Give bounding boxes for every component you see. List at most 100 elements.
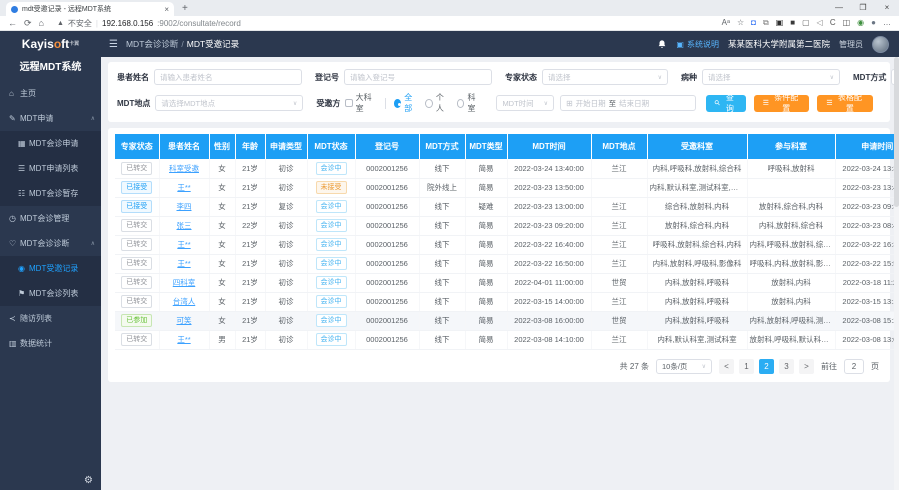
- sidebar-item-mdt-consult-manage[interactable]: ◷MDT会诊管理: [0, 206, 101, 231]
- column-header-mdt_type[interactable]: MDT类型: [465, 134, 507, 159]
- home-icon[interactable]: ⌂: [39, 18, 44, 28]
- table-row[interactable]: 已接受王**女21岁初诊未接受0002001256院外线上简易2022-03-2…: [115, 178, 899, 197]
- table-row[interactable]: 已转交科室受邀女21岁初诊会诊中0002001256线下简易2022-03-24…: [115, 159, 899, 178]
- page-button-2[interactable]: 2: [759, 359, 774, 374]
- patient-name-link[interactable]: 王**: [177, 335, 190, 344]
- user-role[interactable]: 管理员: [839, 39, 863, 50]
- collections-icon[interactable]: ⧉: [763, 19, 769, 27]
- page-size-select[interactable]: 10条/页∨: [656, 359, 712, 374]
- query-button[interactable]: ⚲ 查询: [706, 95, 746, 112]
- prev-page-button[interactable]: <: [719, 359, 734, 374]
- sidebar-item-followup-list[interactable]: ≺随访列表: [0, 306, 101, 331]
- column-header-apply_time[interactable]: 申请时间: [835, 134, 899, 159]
- read-aloud-icon[interactable]: Aᵃ: [722, 19, 730, 27]
- system-note-link[interactable]: ▣ 系统说明: [676, 39, 719, 50]
- disease-type-select[interactable]: 请选择∨: [702, 69, 840, 85]
- mdt-time-select[interactable]: MDT时间∨: [496, 95, 554, 111]
- profile-icon[interactable]: ●: [871, 19, 876, 27]
- patient-name-link[interactable]: 台湾人: [173, 297, 196, 306]
- table-row[interactable]: 已转交王**女21岁初诊会诊中0002001256线下简易2022-03-22 …: [115, 235, 899, 254]
- sidebar-item-mdt-consult-draft[interactable]: ☷MDT会诊暂存: [0, 181, 101, 206]
- patient-name-link[interactable]: 王**: [177, 259, 190, 268]
- sidebar-item-data-statistics[interactable]: ▥数据统计: [0, 331, 101, 356]
- sidebar-item-home[interactable]: ⌂主页: [0, 81, 101, 106]
- breadcrumb-parent[interactable]: MDT会诊诊断: [126, 39, 178, 49]
- patient-name-link[interactable]: 可笑: [177, 316, 192, 325]
- radio-全部[interactable]: 全部: [394, 92, 418, 114]
- sidebar-item-mdt-invite-record[interactable]: ◉MDT受邀记录: [0, 256, 101, 281]
- sidebar-item-mdt-consult-list[interactable]: ⚑MDT会诊列表: [0, 281, 101, 306]
- page-button-3[interactable]: 3: [779, 359, 794, 374]
- refresh-icon[interactable]: ⟳: [24, 18, 32, 29]
- checkbox-label[interactable]: 大科室: [356, 92, 377, 114]
- page-button-1[interactable]: 1: [739, 359, 754, 374]
- close-button[interactable]: ×: [875, 0, 899, 16]
- column-header-mdt_status[interactable]: MDT状态: [307, 134, 355, 159]
- column-header-invited_depts[interactable]: 受邀科室: [647, 134, 747, 159]
- more-icon[interactable]: …: [883, 19, 891, 27]
- table-row[interactable]: 已转交台湾人女21岁初诊会诊中0002001256线下简易2022-03-15 …: [115, 292, 899, 311]
- jump-page-input[interactable]: 2: [844, 359, 864, 374]
- maximize-button[interactable]: ❐: [851, 0, 875, 16]
- patient-name-input[interactable]: 请输入患者姓名: [154, 69, 302, 85]
- big-dept-checkbox[interactable]: [345, 99, 352, 107]
- notification-bell-icon[interactable]: [657, 39, 667, 50]
- condition-config-button[interactable]: ☰ 条件配置: [754, 95, 810, 112]
- extension-dark-icon[interactable]: ■: [790, 19, 795, 27]
- table-row[interactable]: 已转交张三女22岁初诊会诊中0002001256线下简易2022-03-23 0…: [115, 216, 899, 235]
- screenshot-icon[interactable]: ▢: [802, 19, 810, 27]
- radio-科室[interactable]: 科室: [457, 92, 481, 114]
- table-row[interactable]: 已接受李四女21岁复诊会诊中0002001256线下疑难2022-03-23 1…: [115, 197, 899, 216]
- favorites-star-icon[interactable]: ☆: [737, 19, 744, 27]
- refresh-ext-icon[interactable]: C: [830, 19, 836, 27]
- column-header-gender[interactable]: 性别: [209, 134, 235, 159]
- column-header-mdt_mode[interactable]: MDT方式: [419, 134, 465, 159]
- user-avatar[interactable]: [872, 36, 889, 53]
- extension-m-icon[interactable]: ▣: [776, 19, 784, 27]
- settings-gear-icon[interactable]: ⚙: [84, 475, 93, 486]
- table-row[interactable]: 已转交王**男21岁初诊会诊中0002001256线下简易2022-03-08 …: [115, 330, 899, 349]
- next-page-button[interactable]: >: [799, 359, 814, 374]
- tab-close-icon[interactable]: ×: [164, 5, 169, 14]
- expert-status-select[interactable]: 请选择∨: [542, 69, 668, 85]
- date-range-picker[interactable]: ⊞ 开始日期 至 结束日期: [560, 95, 696, 111]
- patient-name-link[interactable]: 王**: [177, 240, 190, 249]
- browser-essentials-icon[interactable]: ◉: [857, 19, 864, 27]
- split-screen-icon[interactable]: ◫: [843, 19, 851, 27]
- sidebar-item-mdt-consult-apply[interactable]: ▦MDT会诊申请: [0, 131, 101, 156]
- back-icon[interactable]: ←: [8, 18, 17, 28]
- mute-tab-icon[interactable]: ◁: [817, 19, 823, 27]
- column-header-apply_type[interactable]: 申请类型: [265, 134, 307, 159]
- new-tab-button[interactable]: +: [182, 3, 188, 14]
- column-header-age[interactable]: 年龄: [235, 134, 265, 159]
- patient-name-link[interactable]: 李四: [177, 202, 192, 211]
- patient-name-link[interactable]: 王**: [177, 183, 190, 192]
- column-header-joined_depts[interactable]: 参与科室: [747, 134, 835, 159]
- patient-name-link[interactable]: 张三: [177, 221, 192, 230]
- column-header-mdt_time[interactable]: MDT时间: [507, 134, 591, 159]
- sidebar-item-mdt-consult-diagnose[interactable]: ♡MDT会诊诊断∧: [0, 231, 101, 256]
- table-config-button[interactable]: ☰ 表格配置: [817, 95, 873, 112]
- patient-name-link[interactable]: 四科室: [173, 278, 196, 287]
- registration-no-input[interactable]: 请输入登记号: [344, 69, 492, 85]
- table-row[interactable]: 已转交王**女21岁初诊会诊中0002001256线下简易2022-03-22 …: [115, 254, 899, 273]
- sidebar-item-mdt-apply[interactable]: ✎MDT申请∧: [0, 106, 101, 131]
- browser-tab[interactable]: mdt受邀记录 - 远程MDT系统 ×: [6, 2, 174, 16]
- sidebar-item-mdt-apply-list[interactable]: ☰MDT申请列表: [0, 156, 101, 181]
- column-header-name[interactable]: 患者姓名: [159, 134, 209, 159]
- cell-name: 张三: [159, 216, 209, 235]
- column-header-mdt_place[interactable]: MDT地点: [591, 134, 647, 159]
- table-row[interactable]: 已转交四科室女21岁初诊会诊中0002001256线下简易2022-04-01 …: [115, 273, 899, 292]
- column-header-reg_no[interactable]: 登记号: [355, 134, 419, 159]
- mdt-location-select[interactable]: 请选择MDT地点∨: [155, 95, 303, 111]
- minimize-button[interactable]: —: [827, 0, 851, 16]
- scrollbar[interactable]: [894, 57, 899, 490]
- extension-colored-icon[interactable]: ◘: [751, 19, 756, 27]
- table-row[interactable]: 已参加可笑女21岁初诊会诊中0002001256线下简易2022-03-08 1…: [115, 311, 899, 330]
- radio-个人[interactable]: 个人: [425, 92, 449, 114]
- collapse-menu-icon[interactable]: ☰: [109, 39, 118, 50]
- patient-name-link[interactable]: 科室受邀: [169, 164, 199, 173]
- column-header-expert_status[interactable]: 专家状态: [115, 134, 159, 159]
- security-badge[interactable]: ▲ 不安全 | 192.168.0.156:9002/consultate/re…: [57, 18, 241, 29]
- scrollbar-thumb[interactable]: [894, 57, 899, 207]
